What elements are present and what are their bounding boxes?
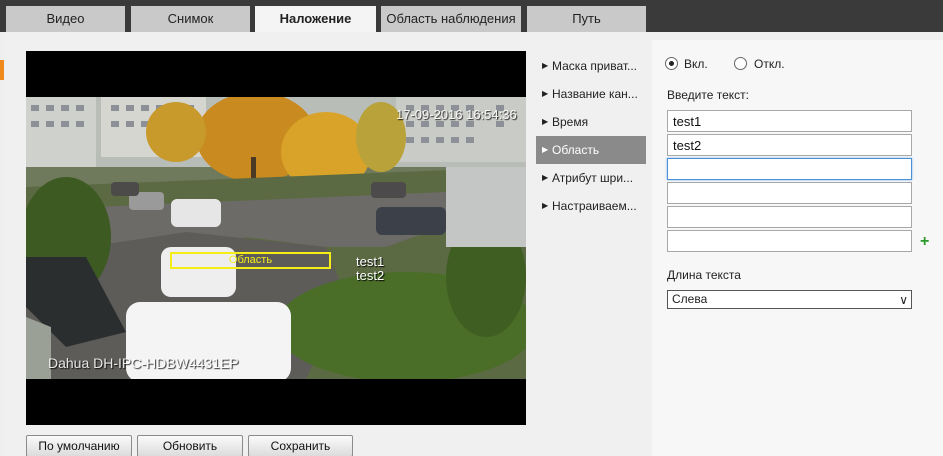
save-button[interactable]: Сохранить — [248, 435, 353, 456]
enable-radio[interactable] — [665, 57, 678, 70]
overlay-side-menu: ▶ Маска приват... ▶ Название кан... ▶ Время… — [536, 52, 646, 220]
tab-observation-area[interactable]: Область наблюдения — [381, 6, 521, 32]
menu-item-label: Название кан... — [552, 87, 638, 101]
text-input-line-5[interactable] — [667, 206, 912, 228]
menu-item-channel-title[interactable]: ▶ Название кан... — [536, 80, 646, 108]
menu-item-privacy-mask[interactable]: ▶ Маска приват... — [536, 52, 646, 80]
text-input-line-1[interactable] — [667, 110, 912, 132]
text-input-line-4[interactable] — [667, 182, 912, 204]
camera-scene-drawing — [26, 97, 526, 379]
menu-item-label: Атрибут шри... — [552, 171, 634, 185]
triangle-right-icon: ▶ — [542, 61, 549, 70]
text-alignment-value: Слева — [672, 292, 708, 306]
video-viewport: 17-09-2016 16:54:36 Dahua DH-IPC-HDBW443… — [26, 51, 526, 425]
text-input-line-3[interactable] — [667, 158, 912, 180]
tab-snapshot[interactable]: Снимок — [131, 6, 250, 32]
chevron-down-icon: ∨ — [899, 293, 908, 307]
text-prompt-label: Введите текст: — [667, 88, 749, 102]
refresh-button[interactable]: Обновить — [137, 435, 243, 456]
menu-item-label: Область — [552, 143, 600, 157]
left-accent-marker — [0, 60, 4, 80]
text-alignment-select[interactable]: Слева ∨ — [667, 290, 912, 309]
region-box-label: Область — [228, 254, 273, 266]
text-input-line-2[interactable] — [667, 134, 912, 156]
menu-item-label: Настраиваем... — [552, 199, 637, 213]
enable-radio-label: Вкл. — [684, 57, 708, 71]
triangle-right-icon: ▶ — [542, 89, 549, 98]
disable-radio-label: Откл. — [754, 57, 785, 71]
menu-item-custom[interactable]: ▶ Настраиваем... — [536, 192, 646, 220]
menu-item-font-attribute[interactable]: ▶ Атрибут шри... — [536, 164, 646, 192]
osd-custom-text[interactable]: test1 test2 — [356, 255, 384, 283]
triangle-right-icon: ▶ — [542, 201, 549, 210]
osd-text-line: test2 — [356, 268, 385, 283]
camera-image: 17-09-2016 16:54:36 Dahua DH-IPC-HDBW443… — [26, 97, 526, 379]
tab-overlay[interactable]: Наложение — [255, 6, 376, 33]
triangle-right-icon: ▶ — [542, 145, 549, 154]
default-button[interactable]: По умолчанию — [26, 435, 132, 456]
triangle-right-icon: ▶ — [542, 117, 549, 126]
tab-video[interactable]: Видео — [6, 6, 125, 32]
menu-item-time[interactable]: ▶ Время — [536, 108, 646, 136]
triangle-right-icon: ▶ — [542, 173, 549, 182]
menu-item-region[interactable]: ▶ Область — [536, 136, 646, 164]
region-box[interactable]: Область — [170, 252, 331, 269]
text-length-label: Длина текста — [667, 268, 741, 282]
tab-path[interactable]: Путь — [527, 6, 646, 32]
text-input-line-6[interactable] — [667, 230, 912, 252]
osd-channel-title: Dahua DH-IPC-HDBW4431EP — [48, 355, 239, 371]
osd-timestamp: 17-09-2016 16:54:36 — [396, 107, 517, 122]
menu-item-label: Время — [552, 115, 589, 129]
top-tab-bar: Видео Снимок Наложение Область наблюдени… — [0, 0, 943, 33]
osd-text-line: test1 — [356, 254, 385, 269]
menu-item-label: Маска приват... — [552, 59, 638, 73]
disable-radio[interactable] — [734, 57, 747, 70]
plus-icon[interactable]: + — [920, 234, 929, 250]
